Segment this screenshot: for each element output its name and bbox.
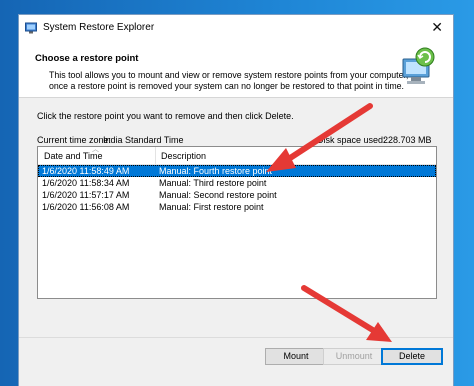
arrow-to-delete-button-icon <box>301 285 392 342</box>
arrow-to-selected-row-icon <box>266 103 373 172</box>
annotation-arrows <box>266 103 392 342</box>
